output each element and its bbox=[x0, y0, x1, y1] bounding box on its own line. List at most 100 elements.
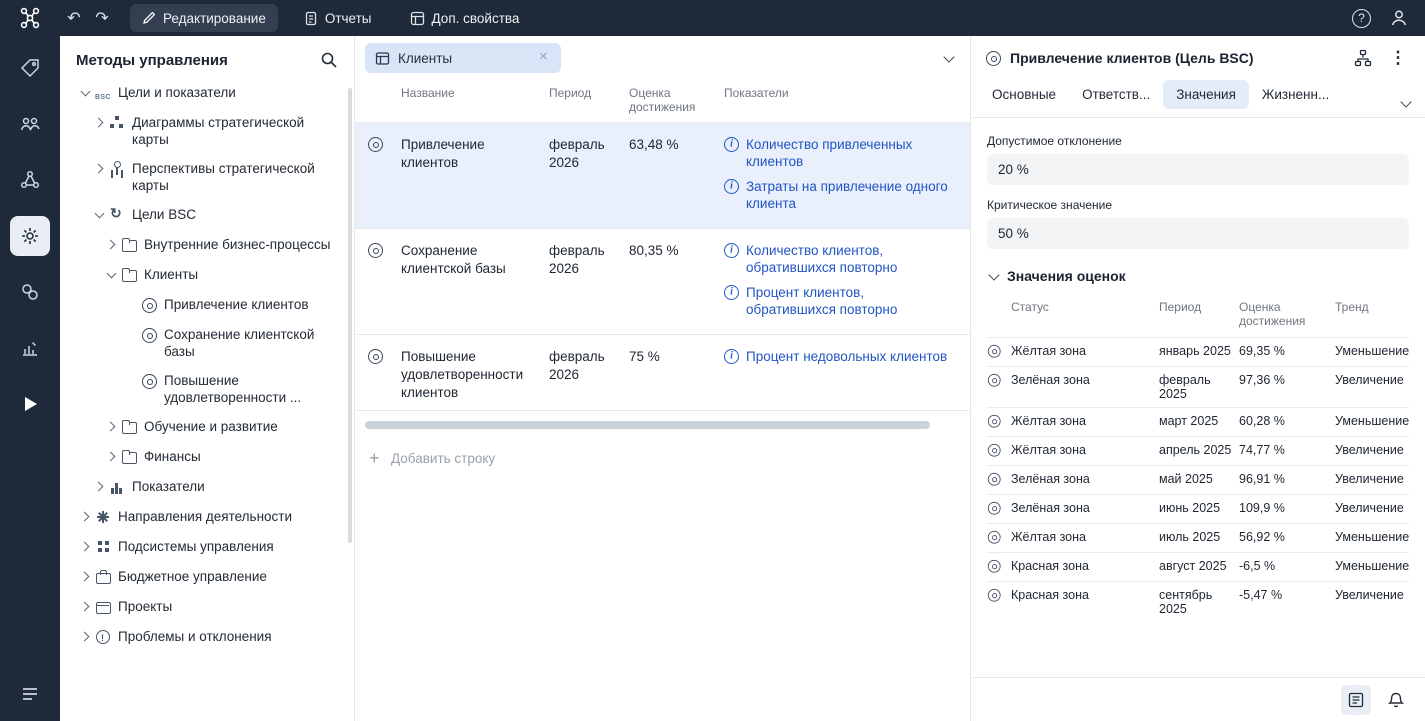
app-logo-icon[interactable] bbox=[0, 5, 60, 31]
tree-expand-chevron-icon[interactable] bbox=[104, 418, 120, 435]
goal-table-row[interactable]: Повышение удовлетворенности клиентов фев… bbox=[355, 335, 970, 411]
help-icon[interactable] bbox=[1352, 9, 1371, 28]
tree-expand-chevron-icon[interactable] bbox=[92, 206, 108, 223]
indicator-info-icon[interactable] bbox=[724, 349, 739, 364]
tree-item[interactable]: Подсистемы управления bbox=[78, 532, 346, 562]
tab-close-icon[interactable] bbox=[537, 51, 551, 65]
tree-item[interactable]: Проекты bbox=[78, 592, 346, 622]
score-table-row[interactable]: Красная зона август 2025 -6,5 % Уменьшен… bbox=[987, 552, 1409, 581]
score-table-row[interactable]: Жёлтая зона июль 2025 56,92 % Уменьшение bbox=[987, 523, 1409, 552]
tree-item[interactable]: Проблемы и отклонения bbox=[78, 622, 346, 652]
details-tab[interactable]: Ответств... bbox=[1069, 80, 1163, 109]
navigation-panel-title: Методы управления bbox=[76, 52, 228, 69]
tree-item-icon bbox=[120, 448, 144, 466]
tree-item[interactable]: Привлечение клиентов bbox=[124, 290, 346, 320]
rail-objects-icon[interactable] bbox=[10, 48, 50, 88]
rail-charts-icon[interactable] bbox=[10, 328, 50, 368]
tree-expand-chevron-icon[interactable] bbox=[92, 160, 108, 177]
tree-scrollbar[interactable] bbox=[348, 88, 352, 543]
indicator-info-icon[interactable] bbox=[724, 137, 739, 152]
redo-button[interactable] bbox=[88, 4, 116, 32]
scores-section-header[interactable]: Значения оценок bbox=[987, 268, 1409, 284]
tree-item[interactable]: Клиенты bbox=[104, 260, 346, 290]
tree-item[interactable]: Показатели bbox=[92, 472, 346, 502]
rail-relations-icon[interactable] bbox=[10, 272, 50, 312]
indicator-info-icon[interactable] bbox=[724, 179, 739, 194]
details-tab[interactable]: Значения bbox=[1163, 80, 1249, 109]
indicator-link[interactable]: Количество клиентов, обратившихся повтор… bbox=[746, 242, 948, 276]
indicator-link[interactable]: Количество привлеченных клиентов bbox=[746, 136, 948, 170]
undo-button[interactable] bbox=[60, 4, 88, 32]
tree-item[interactable]: Диаграммы стратегической карты bbox=[92, 108, 346, 154]
indicator-info-icon[interactable] bbox=[724, 243, 739, 258]
tree-expand-chevron-icon[interactable] bbox=[124, 296, 140, 313]
score-table-row[interactable]: Жёлтая зона январь 2025 69,35 % Уменьшен… bbox=[987, 337, 1409, 366]
score-table-row[interactable]: Жёлтая зона март 2025 60,28 % Уменьшение bbox=[987, 407, 1409, 436]
section-collapse-chevron-icon[interactable] bbox=[987, 269, 1001, 283]
rail-network-icon[interactable] bbox=[10, 160, 50, 200]
tree-expand-chevron-icon[interactable] bbox=[78, 568, 94, 585]
score-table-row[interactable]: Зелёная зона июнь 2025 109,9 % Увеличени… bbox=[987, 494, 1409, 523]
detail-field: Допустимое отклонение 20 % bbox=[987, 134, 1409, 185]
field-value-input[interactable]: 20 % bbox=[987, 154, 1409, 185]
tree-item[interactable]: Сохранение клиентской базы bbox=[124, 320, 346, 366]
horizontal-scrollbar[interactable] bbox=[365, 421, 930, 429]
tree-item[interactable]: Цели BSC bbox=[92, 200, 346, 230]
score-table-row[interactable]: Красная зона сентябрь 2025 -5,47 % Увели… bbox=[987, 581, 1409, 622]
tree-item[interactable]: Обучение и развитие bbox=[104, 412, 346, 442]
goal-table-row[interactable]: Привлечение клиентов февраль 2026 63,48 … bbox=[355, 123, 970, 229]
tree-item[interactable]: Финансы bbox=[104, 442, 346, 472]
user-profile-icon[interactable] bbox=[1389, 8, 1409, 28]
reports-label: Отчеты bbox=[325, 11, 372, 26]
tabs-overflow-chevron-icon[interactable] bbox=[942, 51, 956, 65]
notifications-bell-icon[interactable] bbox=[1381, 685, 1411, 715]
tab-clients[interactable]: Клиенты bbox=[365, 43, 561, 73]
tree-expand-chevron-icon[interactable] bbox=[78, 84, 94, 101]
tree-item[interactable]: Бюджетное управление bbox=[78, 562, 346, 592]
rail-menu-icon[interactable] bbox=[20, 684, 40, 707]
score-table-row[interactable]: Зелёная зона май 2025 96,91 % Увеличение bbox=[987, 465, 1409, 494]
goal-table-row[interactable]: Сохранение клиентской базы февраль 2026 … bbox=[355, 229, 970, 335]
properties-list-icon[interactable] bbox=[1341, 685, 1371, 715]
tree-item[interactable]: Цели и показатели bbox=[78, 78, 346, 108]
add-row-button[interactable]: Добавить строку bbox=[369, 451, 970, 466]
score-table-row[interactable]: Зелёная зона февраль 2025 97,36 % Увелич… bbox=[987, 366, 1409, 407]
tree-expand-chevron-icon[interactable] bbox=[104, 266, 120, 283]
tree-expand-chevron-icon[interactable] bbox=[104, 236, 120, 253]
edit-mode-button[interactable]: Редактирование bbox=[130, 4, 278, 32]
tree-expand-chevron-icon[interactable] bbox=[78, 628, 94, 645]
score-trend: Уменьшение bbox=[1335, 344, 1409, 358]
table-tab-icon bbox=[375, 51, 390, 66]
tree-expand-chevron-icon[interactable] bbox=[78, 508, 94, 525]
tree-item[interactable]: Направления деятельности bbox=[78, 502, 346, 532]
reports-button[interactable]: Отчеты bbox=[292, 4, 384, 32]
tree-item[interactable]: Повышение удовлетворенности ... bbox=[124, 366, 346, 412]
tree-expand-chevron-icon[interactable] bbox=[78, 538, 94, 555]
tree-expand-chevron-icon[interactable] bbox=[92, 478, 108, 495]
search-icon[interactable] bbox=[320, 51, 338, 69]
tree-expand-chevron-icon[interactable] bbox=[104, 448, 120, 465]
details-tab[interactable]: Жизненн... bbox=[1249, 80, 1342, 109]
details-tab[interactable]: Основные bbox=[979, 80, 1069, 109]
rail-run-icon[interactable] bbox=[10, 384, 50, 424]
tree-item[interactable]: Внутренние бизнес-процессы bbox=[104, 230, 346, 260]
indicator-link[interactable]: Процент клиентов, обратившихся повторно bbox=[746, 284, 948, 318]
tree-expand-chevron-icon[interactable] bbox=[78, 598, 94, 615]
score-value: 109,9 % bbox=[1239, 501, 1335, 515]
strategy-map-icon[interactable] bbox=[1350, 45, 1376, 71]
tree-expand-chevron-icon[interactable] bbox=[124, 326, 140, 343]
more-actions-icon[interactable] bbox=[1385, 45, 1411, 71]
tree-item[interactable]: Перспективы стратегической карты bbox=[92, 154, 346, 200]
extra-properties-button[interactable]: Доп. свойства bbox=[398, 4, 532, 32]
indicator-link[interactable]: Процент недовольных клиентов bbox=[746, 348, 947, 365]
rail-processes-icon[interactable] bbox=[10, 216, 50, 256]
indicator-info-icon[interactable] bbox=[724, 285, 739, 300]
score-table-row[interactable]: Жёлтая зона апрель 2025 74,77 % Увеличен… bbox=[987, 436, 1409, 465]
rail-team-icon[interactable] bbox=[10, 104, 50, 144]
score-value: -6,5 % bbox=[1239, 559, 1335, 573]
tree-expand-chevron-icon[interactable] bbox=[92, 114, 108, 131]
indicator-link[interactable]: Затраты на привлечение одного клиента bbox=[746, 178, 948, 212]
details-tabs-overflow-chevron-icon[interactable] bbox=[1399, 96, 1413, 110]
field-value-input[interactable]: 50 % bbox=[987, 218, 1409, 249]
tree-expand-chevron-icon[interactable] bbox=[124, 372, 140, 389]
